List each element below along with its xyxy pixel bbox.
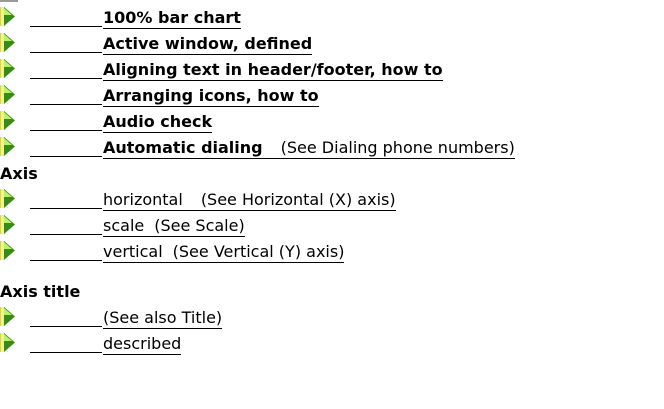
jump-arrow-icon[interactable] <box>0 7 16 26</box>
index-entry[interactable]: Aligning text in header/footer, how to <box>0 58 664 84</box>
index-entry[interactable]: 100% bar chart <box>0 6 664 32</box>
entry-label[interactable]: Aligning text in header/footer, how to <box>103 60 443 81</box>
see-reference: (See Dialing phone numbers) <box>280 138 515 157</box>
link-leader <box>30 260 102 261</box>
index-subentry[interactable]: horizontal (See Horizontal (X) axis) <box>0 188 664 214</box>
index-subentry[interactable]: (See also Title) <box>0 306 664 332</box>
link-leader <box>30 234 102 235</box>
link-leader <box>30 130 102 131</box>
link-leader <box>30 104 102 105</box>
jump-arrow-icon[interactable] <box>0 59 16 78</box>
index-subentry[interactable]: vertical (See Vertical (Y) axis) <box>0 240 664 266</box>
see-reference: (See Scale) <box>154 216 245 235</box>
jump-arrow-icon[interactable] <box>0 137 16 156</box>
index-entry[interactable]: Arranging icons, how to <box>0 84 664 110</box>
link-leader <box>30 326 102 327</box>
link-leader <box>30 352 102 353</box>
link-leader <box>30 78 102 79</box>
entry-label: Automatic dialing <box>103 138 263 157</box>
link-leader <box>30 52 102 53</box>
link-leader <box>30 26 102 27</box>
see-reference: (See Vertical (Y) axis) <box>172 242 345 261</box>
entry-label[interactable]: Arranging icons, how to <box>103 86 319 107</box>
subentry-label: vertical <box>103 242 163 261</box>
subentry-label-with-reference[interactable]: scale (See Scale) <box>103 216 245 237</box>
subentry-label-with-reference[interactable]: horizontal (See Horizontal (X) axis) <box>103 190 396 211</box>
subentry-label: horizontal <box>103 190 183 209</box>
entry-label[interactable]: Active window, defined <box>103 34 313 55</box>
index-entry[interactable]: Audio check <box>0 110 664 136</box>
entry-label-with-reference[interactable]: Automatic dialing (See Dialing phone numb… <box>103 138 515 159</box>
index-entry[interactable]: Automatic dialing (See Dialing phone numb… <box>0 136 664 162</box>
entry-label[interactable]: Audio check <box>103 112 213 133</box>
jump-arrow-icon[interactable] <box>0 307 16 326</box>
subentry-label[interactable]: (See also Title) <box>103 308 223 329</box>
subentry-label-with-reference[interactable]: vertical (See Vertical (Y) axis) <box>103 242 345 263</box>
subentry-label: scale <box>103 216 145 235</box>
link-leader <box>30 208 102 209</box>
index-heading-axis: Axis <box>0 164 38 183</box>
index-heading-axis-title: Axis title <box>0 282 81 301</box>
jump-arrow-icon[interactable] <box>0 215 16 234</box>
jump-arrow-icon[interactable] <box>0 333 16 352</box>
entry-label[interactable]: 100% bar chart <box>103 8 241 29</box>
index-entry[interactable]: Active window, defined <box>0 32 664 58</box>
index-subentry[interactable]: scale (See Scale) <box>0 214 664 240</box>
jump-arrow-icon[interactable] <box>0 189 16 208</box>
index-subentry[interactable]: described <box>0 332 664 358</box>
jump-arrow-icon[interactable] <box>0 241 16 260</box>
subentry-label[interactable]: described <box>103 334 182 355</box>
jump-arrow-icon[interactable] <box>0 111 16 130</box>
link-leader <box>30 156 102 157</box>
see-reference: (See Horizontal (X) axis) <box>200 190 396 209</box>
jump-arrow-icon[interactable] <box>0 33 16 52</box>
scroll-top-marker <box>0 0 18 2</box>
jump-arrow-icon[interactable] <box>0 85 16 104</box>
